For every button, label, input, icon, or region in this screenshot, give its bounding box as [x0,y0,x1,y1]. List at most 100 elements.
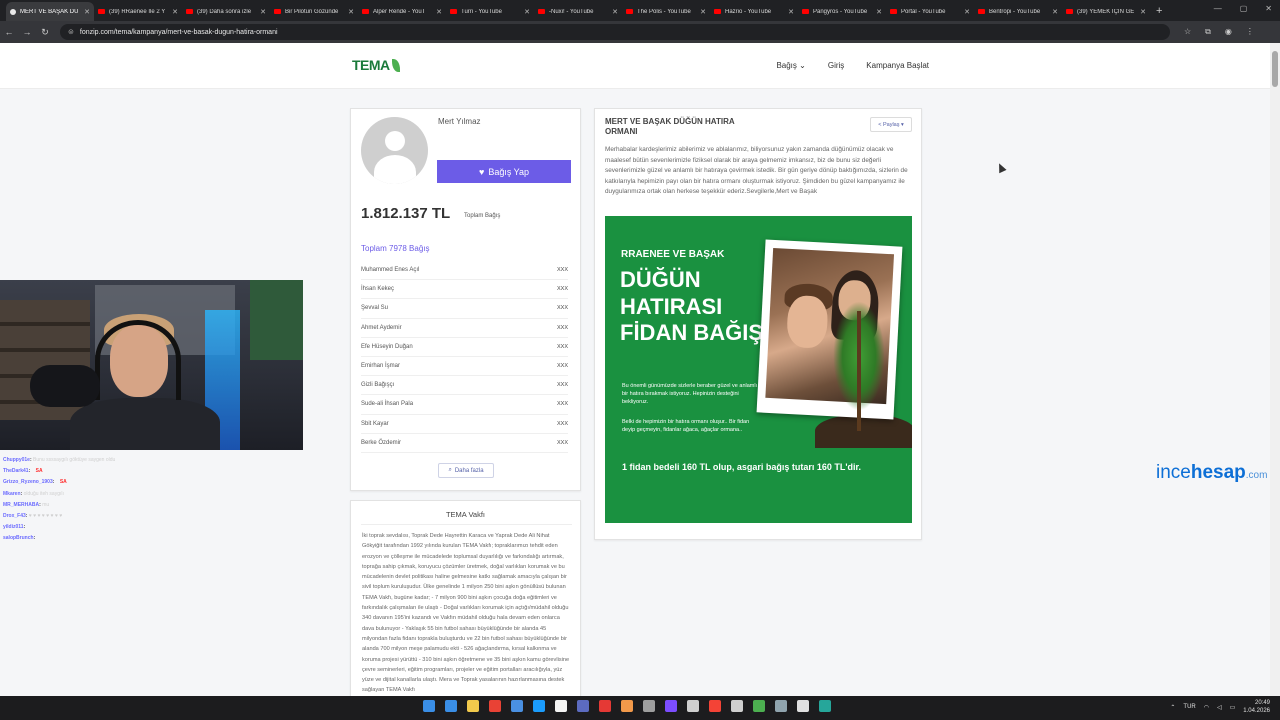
close-tab-icon[interactable]: ✕ [1052,8,1058,16]
youtube-favicon-icon [362,9,369,14]
browser-tab[interactable]: Bentropi - YouTube ✕ [974,2,1062,21]
new-tab-button[interactable]: + [1156,5,1162,17]
minimize-icon[interactable]: — [1214,4,1222,13]
youtube-favicon-icon [802,9,809,14]
share-button[interactable]: < Paylaş ▾ [870,117,912,132]
browser-tab[interactable]: Portal - YouTube ✕ [886,2,974,21]
close-tab-icon[interactable]: ✕ [84,8,90,16]
donor-amount: XXX [556,286,568,293]
browser-tab[interactable]: Turri - YouTube ✕ [446,2,534,21]
stream-chat-overlay: Chuppy01e: Bunu ssssaygılı göktüye sayge… [3,455,163,545]
epic-games-icon[interactable] [555,700,567,712]
donation-summary-card: Mert Yılmaz ♥ Bağış Yap 1.812.137 TL Top… [350,108,581,491]
close-tab-icon[interactable]: ✕ [964,8,970,16]
chat-username: salopBrunch [3,535,34,542]
donor-row: Emirhan İşmar XXX [361,357,568,377]
caret-down-icon: ▾ [901,121,904,128]
clock[interactable]: 20:49 1.04.2026 [1243,699,1270,715]
close-tab-icon[interactable]: ✕ [172,8,178,16]
more-button[interactable]: ⌕ Daha fazla [438,463,494,478]
close-tab-icon[interactable]: ✕ [260,8,266,16]
blender-icon[interactable] [621,700,633,712]
maximize-icon[interactable]: ▢ [1240,4,1248,13]
tab-title: Alper Rende - YouT [373,8,426,15]
app-icon[interactable] [665,700,677,712]
close-tab-icon[interactable]: ✕ [700,8,706,16]
browser-tab[interactable]: (39) Daha sonra izle ✕ [182,2,270,21]
tab-title: (39) RRaenee İle 2 Y [109,8,166,15]
donor-row: Ahmet Aydemir XXX [361,319,568,338]
owner-name: Mert Yılmaz [438,117,481,126]
steam-icon[interactable] [533,700,545,712]
browser-tab[interactable]: Alper Rende - YouT ✕ [358,2,446,21]
browser-tab[interactable]: Bir Pilotun Gözünde ✕ [270,2,358,21]
sponsor-logo: incehesap.com [1156,462,1267,484]
site-info-icon[interactable]: ⊜ [68,28,74,36]
donor-name: Emirhan İşmar [361,363,401,370]
tab-title: Bir Pilotun Gözünde [285,8,339,15]
folder-icon[interactable] [511,700,523,712]
profile-icon[interactable]: ◉ [1225,27,1232,37]
browser-tab[interactable]: Hazrio - YouTube ✕ [710,2,798,21]
reload-icon[interactable]: ↻ [36,27,54,38]
nav-start-campaign[interactable]: Kampanya Başlat [866,61,929,70]
app-icon[interactable] [797,700,809,712]
app-icon[interactable] [775,700,787,712]
file-explorer-icon[interactable] [467,700,479,712]
scrollbar-thumb[interactable] [1272,51,1278,87]
chrome-icon[interactable] [489,700,501,712]
leaf-icon [391,59,400,72]
donate-button[interactable]: ♥ Bağış Yap [437,160,571,183]
close-tab-icon[interactable]: ✕ [524,8,530,16]
language-indicator[interactable]: TUR [1183,704,1195,710]
youtube-favicon-icon [538,9,545,14]
forward-icon[interactable]: → [18,27,36,37]
browser-tab[interactable]: -Nuxi! - YouTube ✕ [534,2,622,21]
discord-icon[interactable] [577,700,589,712]
system-tray: ⌃ TUR ◠ ◁ ▭ 20:49 1.04.2026 [1170,699,1270,715]
extensions-icon[interactable]: ⧉ [1205,27,1211,37]
wifi-icon[interactable]: ◠ [1204,704,1209,711]
donors-title[interactable]: Toplam 7978 Bağış [361,244,430,253]
chat-username: Chuppy01e [3,457,30,463]
volume-icon[interactable]: ◁ [1217,704,1222,711]
settings-icon[interactable] [731,700,743,712]
app-icon[interactable] [819,700,831,712]
close-tab-icon[interactable]: ✕ [612,8,618,16]
browser-tab[interactable]: The Polis - YouTube ✕ [622,2,710,21]
nav-donate[interactable]: Bağış ⌄ [776,61,805,70]
tab-title: (39) YEMEK İÇİN GE [1077,8,1135,15]
back-icon[interactable]: ← [0,27,18,37]
close-tab-icon[interactable]: ✕ [876,8,882,16]
menu-icon[interactable]: ⋮ [1246,27,1254,37]
chat-text: ♥ ♥ ♥ ♥ ♥ ♥ ♥ ♥ [28,513,63,520]
bookmark-star-icon[interactable]: ☆ [1184,27,1191,37]
app-icon[interactable] [709,700,721,712]
browser-tab[interactable]: (39) RRaenee İle 2 Y ✕ [94,2,182,21]
browser-tab[interactable]: (39) YEMEK İÇİN GE ✕ [1062,2,1150,21]
battery-icon[interactable]: ▭ [1230,704,1236,711]
chevron-up-icon[interactable]: ⌃ [1170,704,1175,711]
youtube-favicon-icon [186,9,193,14]
close-tab-icon[interactable]: ✕ [1140,8,1146,16]
tema-logo[interactable]: TEMA [352,57,400,73]
close-window-icon[interactable]: ✕ [1265,4,1272,13]
search-icon[interactable] [445,700,457,712]
media-player-icon[interactable] [599,700,611,712]
minecraft-icon[interactable] [753,700,765,712]
close-tab-icon[interactable]: ✕ [348,8,354,16]
url-input[interactable]: ⊜ fonzip.com/tema/kampanya/mert-ve-basak… [60,24,1170,40]
browser-tab[interactable]: Pangyros - YouTube ✕ [798,2,886,21]
page-scrollbar[interactable] [1270,43,1280,696]
close-tab-icon[interactable]: ✕ [436,8,442,16]
youtube-favicon-icon [274,9,281,14]
windows-start-icon[interactable] [423,700,435,712]
sponsor-main: ince [1156,462,1191,483]
chat-message: Chuppy01e: Bunu ssssaygılı göktüye sayge… [3,457,116,463]
browser-tab[interactable]: MERT VE BAŞAK DÜ ✕ [6,2,94,21]
nav-login[interactable]: Giriş [828,61,844,70]
close-tab-icon[interactable]: ✕ [788,8,794,16]
github-icon[interactable] [687,700,699,712]
obs-icon[interactable] [643,700,655,712]
more-button-label: Daha fazla [454,467,484,474]
